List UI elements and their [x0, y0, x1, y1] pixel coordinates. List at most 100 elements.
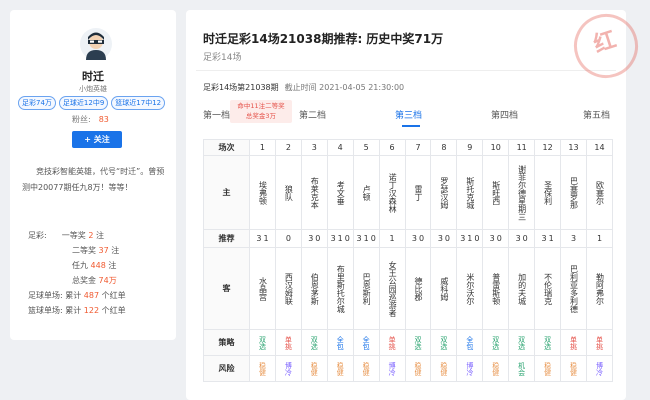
- strategy-cell: 双选: [534, 329, 562, 356]
- tab-tier-3[interactable]: 第三档: [395, 108, 422, 121]
- badge-football-lottery: 足彩74万: [18, 96, 56, 110]
- match-number: 5: [352, 139, 380, 156]
- risk-tag: 稳健: [543, 361, 552, 376]
- away-team-cell: 布里斯托尔城: [326, 247, 354, 330]
- tier-tip-line2: 总奖金3万: [245, 112, 277, 120]
- away-team: 威科姆: [439, 276, 449, 301]
- away-team-cell: 加的夫城: [508, 247, 536, 330]
- strategy-cell: 双选: [508, 329, 536, 356]
- recommend-cell: 30: [508, 229, 536, 248]
- stat-football-single-label: 足球单场:: [28, 291, 63, 300]
- strategy-tag: 单挑: [388, 335, 397, 350]
- recommend-cell: 310: [456, 229, 484, 248]
- recommend-cell: 30: [404, 229, 432, 248]
- table-row-recommend: 推荐 3 1 0 3 0 3 1 0 3 1 0 1 3 0 3 0 3 1 0 3 0 3 0 3 1 3 1: [203, 229, 614, 248]
- recommend-cell: 30: [300, 229, 328, 248]
- home-team: 卢顿: [362, 184, 372, 201]
- risk-cell: 稳健: [404, 355, 432, 382]
- strategy-tag: 双选: [310, 335, 319, 350]
- match-number: 12: [534, 139, 562, 156]
- avatar-icon[interactable]: [80, 28, 112, 60]
- recommend-value: 1: [263, 234, 269, 243]
- home-team-cell: 卢顿: [352, 155, 380, 230]
- stat-renjiu-label: 任九: [72, 261, 88, 270]
- away-team: 加的夫城: [517, 272, 527, 305]
- match-number: 7: [404, 139, 432, 156]
- risk-cell: 稳健: [300, 355, 328, 382]
- risk-cell: 稳健: [326, 355, 354, 382]
- risk-cell: 稳健: [430, 355, 458, 382]
- stat-unit: 注: [108, 261, 117, 270]
- away-team-cell: 西汉姆联: [274, 247, 302, 330]
- tab-tier-4[interactable]: 第四档: [491, 108, 518, 121]
- recommend-value: 3: [460, 234, 466, 243]
- row-label-match: 场次: [203, 139, 250, 156]
- home-team-cell: 埃弗顿: [249, 155, 276, 230]
- away-team: 勒阿弗尔: [595, 272, 605, 305]
- home-team-cell: 布莱克本: [300, 155, 328, 230]
- stat-basketball-single-text: 累计: [65, 306, 82, 315]
- strategy-tag: 双选: [258, 335, 267, 350]
- recommend-value: 3: [356, 234, 362, 243]
- home-team-cell: 斯旺西: [482, 155, 510, 230]
- stat-renjiu: 任九 448 注: [28, 258, 126, 273]
- deadline-time: 截止时间 2021-04-05 21:30:00: [284, 83, 405, 92]
- strategy-cell: 双选: [300, 329, 328, 356]
- recommend-value: 1: [337, 234, 343, 243]
- profile-subtitle: 小炮英雄: [79, 85, 107, 93]
- away-team: 女王公园巡游者: [388, 260, 398, 317]
- away-team: 巴恩斯利: [362, 272, 372, 305]
- away-team: 水晶宫: [258, 276, 268, 301]
- match-number: 6: [378, 139, 406, 156]
- tier-tabs: 第一档 命中11注二等奖 总奖金3万 第二档 第三档 第四档 第五档: [196, 100, 616, 128]
- strategy-tag: 单挑: [569, 335, 578, 350]
- tab-tier-2[interactable]: 第二档: [299, 108, 326, 121]
- match-number: 14: [585, 139, 614, 156]
- article-title: 时迁足彩14场21038期推荐: 历史中奖71万: [203, 32, 444, 46]
- recommend-cell: 1: [585, 229, 614, 248]
- table-row-risk: 风险 稳健 博冷 稳健 稳健 稳健 博冷 稳健 稳健 博冷 稳健 机会 稳健 稳健 博冷: [203, 355, 614, 382]
- away-team: 不伦瑞克: [543, 272, 553, 305]
- home-team: 欧塞尔: [595, 180, 605, 205]
- strategy-tag: 双选: [517, 335, 526, 350]
- row-label-recommend: 推荐: [203, 229, 250, 248]
- home-team: 斯托克城: [465, 176, 475, 209]
- recommend-value: 3: [256, 234, 262, 243]
- away-team-cell: 勒阿弗尔: [585, 247, 614, 330]
- risk-tag: 稳健: [336, 361, 345, 376]
- away-team-cell: 不伦瑞克: [534, 247, 562, 330]
- risk-tag: 稳健: [439, 361, 448, 376]
- away-team: 布里斯托尔城: [336, 264, 346, 313]
- stat-total-prize-label: 总奖金: [72, 276, 96, 285]
- recommend-value: 0: [418, 234, 425, 243]
- recommend-value: 0: [522, 234, 528, 243]
- follow-button[interactable]: + 关注: [72, 131, 122, 148]
- tab-tier-1[interactable]: 第一档: [203, 108, 230, 121]
- strategy-cell: 全包: [326, 329, 354, 356]
- recommendation-table: 场次 1 2 3 4 5 6 7 8 9 10 11 12 13 14 主埃弗顿 狼队 布莱克本 考文垂 卢顿 诺丁汉森…: [203, 139, 614, 382]
- strategy-cell: 单挑: [274, 329, 302, 356]
- stat-renjiu-count: 448: [90, 261, 106, 270]
- strategy-tag: 双选: [439, 335, 448, 350]
- risk-tag: 稳健: [362, 361, 371, 376]
- row-label-away: 客: [203, 247, 250, 330]
- away-team: 米尔沃尔: [465, 272, 475, 305]
- tab-tier-5[interactable]: 第五档: [583, 108, 610, 121]
- away-team-cell: 威科姆: [430, 247, 458, 330]
- away-team-cell: 女王公园巡游者: [378, 247, 406, 330]
- recommend-cell: 310: [326, 229, 354, 248]
- stat-football-single-text: 累计: [65, 291, 82, 300]
- home-team: 谢菲尔德星期三: [517, 164, 527, 221]
- home-team-cell: 斯托克城: [456, 155, 484, 230]
- recommend-value: 3: [515, 234, 521, 243]
- away-team: 伯恩茅斯: [310, 272, 320, 305]
- home-team-cell: 谢菲尔德星期三: [508, 155, 536, 230]
- table-row-match: 场次 1 2 3 4 5 6 7 8 9 10 11 12 13 14: [203, 139, 614, 156]
- recommend-cell: 30: [482, 229, 510, 248]
- stat-first-prize: 足彩: 一等奖 2 注: [28, 228, 126, 243]
- home-team: 狼队: [284, 184, 294, 201]
- away-team-cell: 巴恩斯利: [352, 247, 380, 330]
- fans-number: 83: [98, 115, 109, 124]
- tab-underline: [402, 125, 420, 127]
- stat-unit: 注: [95, 231, 104, 240]
